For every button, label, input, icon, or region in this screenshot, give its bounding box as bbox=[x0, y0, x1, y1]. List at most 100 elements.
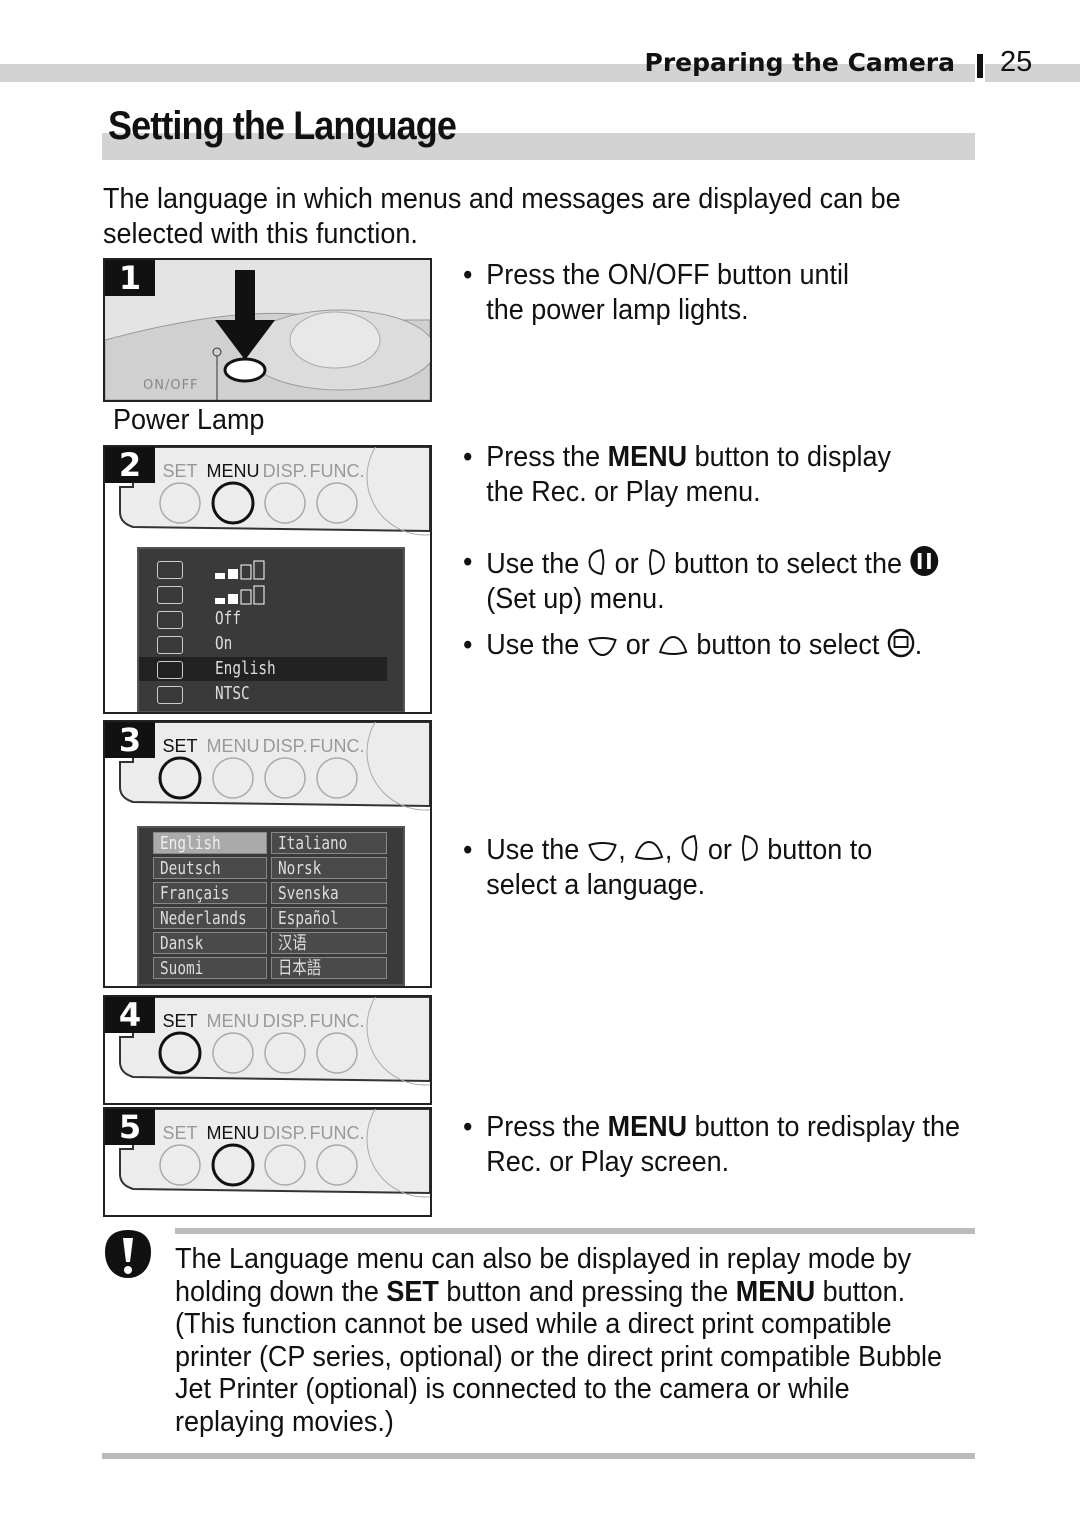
button-label-func: FUNC. bbox=[310, 1123, 365, 1143]
step-number: 1 bbox=[105, 260, 155, 296]
note-text: The Language menu can also be displayed … bbox=[175, 1243, 966, 1438]
step-2-figure: 2 SET MENU DISP. FUNC. Off On English NTSC bbox=[103, 445, 432, 714]
text: Use the bbox=[486, 834, 587, 866]
text: button to select the bbox=[666, 548, 910, 580]
button-label-menu: MENU bbox=[207, 1011, 260, 1031]
instruction-text: Press the MENU button to display the Rec… bbox=[486, 440, 932, 510]
language-selection-screen: English Italiano Deutsch Norsk Français Svens… bbox=[137, 826, 405, 986]
language-label: Norsk bbox=[278, 858, 322, 879]
language-option[interactable]: 日本語 bbox=[271, 957, 387, 979]
header-divider bbox=[977, 54, 983, 78]
text: Press the bbox=[486, 441, 608, 473]
menu-value: Off bbox=[215, 608, 242, 629]
right-button-icon bbox=[742, 834, 758, 862]
button-label-disp: DISP. bbox=[263, 736, 308, 756]
button-label-menu: MENU bbox=[207, 1123, 260, 1143]
manual-page: Preparing the Camera 25 Setting the Lang… bbox=[0, 0, 1080, 1521]
menu-item-icon bbox=[157, 611, 183, 629]
language-label: Français bbox=[160, 883, 230, 904]
instruction-text: Use the or button to select . bbox=[486, 628, 970, 663]
text: Press the bbox=[486, 1111, 608, 1143]
step-number: 2 bbox=[105, 447, 155, 483]
button-label-menu: MENU bbox=[207, 736, 260, 756]
language-option[interactable]: 汉语 bbox=[271, 932, 387, 954]
button-label-disp: DISP. bbox=[263, 1011, 308, 1031]
language-option[interactable]: English bbox=[153, 832, 267, 854]
menu-item-icon bbox=[157, 586, 183, 604]
language-option[interactable]: Svenska bbox=[271, 882, 387, 904]
button-label-func: FUNC. bbox=[310, 736, 365, 756]
language-label: Suomi bbox=[160, 958, 204, 979]
menu-button-label: MENU bbox=[735, 1275, 816, 1308]
menu-row[interactable] bbox=[139, 582, 387, 606]
step-4-figure: 4 SET MENU DISP. FUNC. bbox=[103, 995, 432, 1105]
language-option[interactable]: Nederlands bbox=[153, 907, 267, 929]
menu-item-icon bbox=[157, 686, 183, 704]
text: Use the bbox=[486, 629, 587, 661]
power-lamp-caption: Power Lamp bbox=[113, 404, 265, 436]
language-label: Svenska bbox=[278, 883, 339, 904]
page-number: 25 bbox=[1000, 46, 1033, 78]
language-icon bbox=[887, 628, 915, 658]
left-button-icon bbox=[681, 834, 698, 862]
language-label: English bbox=[160, 833, 221, 854]
bullet: • bbox=[463, 546, 473, 578]
instruction-text: Press the ON/OFF button until the power … bbox=[486, 259, 849, 326]
language-label: Dansk bbox=[160, 933, 204, 954]
text: button to select bbox=[688, 629, 887, 661]
menu-item-icon bbox=[157, 636, 183, 654]
setup-menu-screen: Off On English NTSC bbox=[137, 547, 405, 712]
bullet: • bbox=[463, 259, 473, 291]
language-option[interactable]: Deutsch bbox=[153, 857, 267, 879]
text: or bbox=[700, 834, 740, 866]
button-label-disp: DISP. bbox=[263, 461, 308, 481]
setup-menu-icon bbox=[910, 546, 939, 576]
menu-button-label: MENU bbox=[607, 1111, 688, 1143]
menu-value: On bbox=[215, 633, 233, 654]
button-label-set: SET bbox=[162, 1011, 197, 1031]
step-number: 3 bbox=[105, 722, 155, 758]
instruction-text: Press the MENU button to redisplay the R… bbox=[486, 1110, 970, 1180]
bullet: • bbox=[463, 1111, 473, 1143]
menu-row[interactable]: Off bbox=[139, 607, 387, 631]
bullet: • bbox=[463, 441, 473, 473]
up-button-icon bbox=[634, 840, 664, 860]
button-label-disp: DISP. bbox=[263, 1123, 308, 1143]
button-label-func: FUNC. bbox=[310, 1011, 365, 1031]
menu-value: English bbox=[215, 658, 276, 679]
menu-item-icon bbox=[157, 661, 183, 679]
button-label-func: FUNC. bbox=[310, 461, 365, 481]
up-button-icon bbox=[658, 635, 688, 655]
right-button-icon bbox=[648, 548, 665, 576]
menu-row[interactable]: NTSC bbox=[139, 682, 387, 706]
language-option[interactable]: Français bbox=[153, 882, 267, 904]
note-bottom-rule bbox=[102, 1453, 975, 1459]
language-option[interactable]: Español bbox=[271, 907, 387, 929]
menu-row[interactable] bbox=[139, 557, 387, 581]
instruction-text: Use the , , or button to select a langua… bbox=[486, 833, 923, 903]
bullet: • bbox=[463, 629, 473, 661]
menu-item-icon bbox=[157, 561, 183, 579]
step-1-figure: 1 ON/OFF bbox=[103, 258, 432, 402]
text: , bbox=[618, 834, 634, 866]
text: or bbox=[618, 629, 658, 661]
text: button and pressing the bbox=[438, 1275, 736, 1308]
language-option[interactable]: Dansk bbox=[153, 932, 267, 954]
text: (Set up) menu. bbox=[486, 583, 665, 615]
button-label-set: SET bbox=[162, 1123, 197, 1143]
menu-value: NTSC bbox=[215, 683, 250, 704]
bullet: • bbox=[463, 834, 473, 866]
instruction-text: Use the or button to select the (Set up)… bbox=[486, 545, 970, 617]
step-number: 5 bbox=[105, 1109, 155, 1145]
language-option[interactable]: Suomi bbox=[153, 957, 267, 979]
menu-row[interactable]: On bbox=[139, 632, 387, 656]
text: . bbox=[914, 629, 923, 661]
language-option[interactable]: Italiano bbox=[271, 832, 387, 854]
step-number: 4 bbox=[105, 997, 155, 1033]
step-3-figure: 3 SET MENU DISP. FUNC. English Italiano Deutsch… bbox=[103, 720, 432, 988]
page-title: Setting the Language bbox=[108, 104, 457, 148]
menu-row[interactable]: English bbox=[139, 657, 387, 681]
language-option[interactable]: Norsk bbox=[271, 857, 387, 879]
section-title: Preparing the Camera bbox=[644, 48, 956, 77]
language-label: 日本語 bbox=[278, 958, 322, 979]
